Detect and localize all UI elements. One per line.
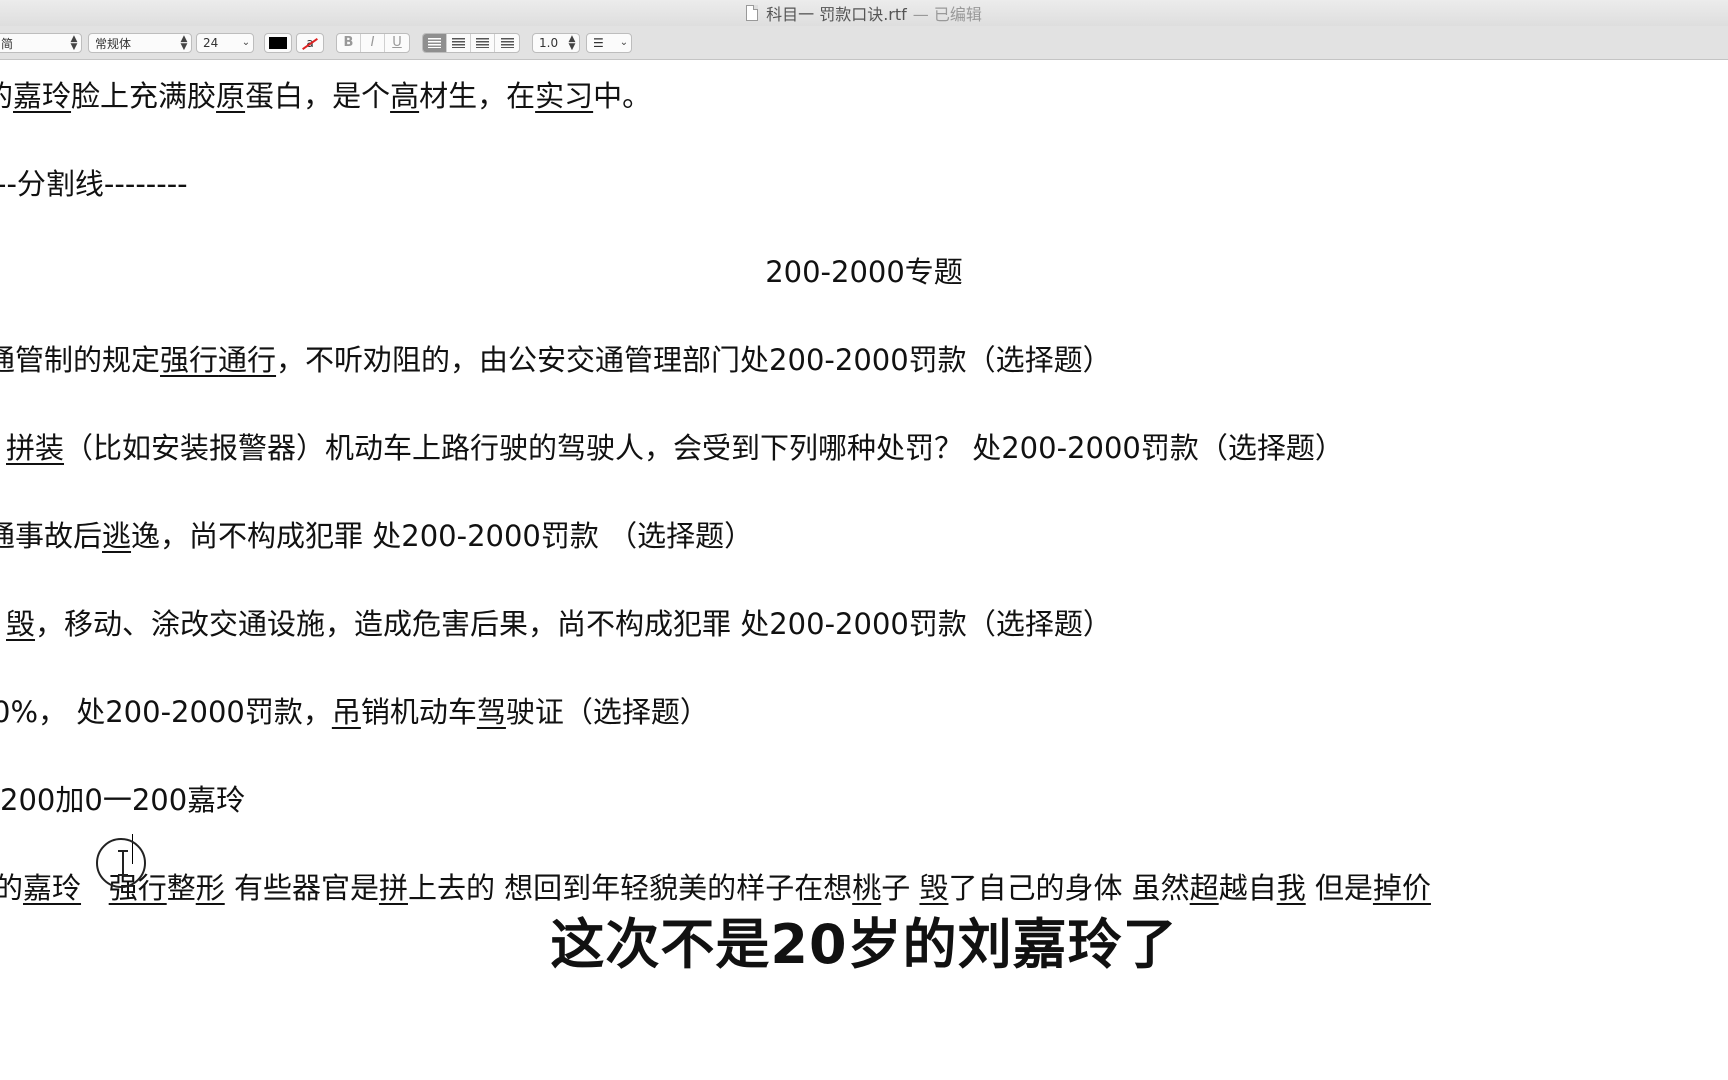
- text-line-1: 的嘉玲脸上充满胶原蛋白，是个高材生，在实习中。: [0, 73, 651, 115]
- text-run: 材生，在: [419, 79, 536, 113]
- text-run: 通管制的规定: [0, 343, 161, 377]
- align-left-button[interactable]: [423, 34, 447, 52]
- align-justify-button[interactable]: [495, 34, 519, 52]
- text-style-segment: B I U: [336, 33, 410, 53]
- list-style-button[interactable]: ☰ ⌄: [586, 33, 632, 53]
- highlight-glyph: a: [306, 36, 314, 50]
- underlined-run: 原: [216, 79, 246, 113]
- line-spacing-value: 1.0: [539, 36, 559, 50]
- font-size-value: 24: [203, 36, 219, 50]
- video-subtitle: 这次不是20岁的刘嘉玲了: [550, 913, 1178, 976]
- underlined-run: 拼装: [6, 431, 65, 465]
- text-run: 0%， 处200-2000罚款，: [0, 695, 332, 729]
- align-left-icon: [428, 38, 441, 48]
- window-title: 科目一 罚款口诀.rtf: [766, 5, 907, 24]
- color-swatch: [269, 37, 287, 49]
- underline-button[interactable]: U: [385, 34, 409, 52]
- ibeam-cursor-icon: [118, 850, 128, 876]
- section-heading: 200-2000专题: [765, 255, 963, 289]
- line-spacing-select[interactable]: 1.0 ▲ ▼: [532, 33, 580, 53]
- chevron-down-icon: ⌄: [619, 37, 629, 48]
- text-color-button[interactable]: [264, 33, 292, 53]
- text-run: 的: [0, 79, 13, 113]
- highlight-color-button[interactable]: a: [296, 33, 324, 53]
- underlined-run: 嘉玲: [13, 79, 72, 113]
- edited-status: — 已编辑: [912, 5, 982, 24]
- font-style-value: 常规体: [95, 36, 132, 51]
- underlined-run: 逃: [102, 519, 132, 553]
- text-run: （比如安装报警器）机动车上路行驶的驾驶人，会受到下列哪种处罚？ 处200-200…: [64, 431, 1344, 465]
- italic-button[interactable]: I: [361, 34, 385, 52]
- align-right-icon: [476, 38, 489, 48]
- align-center-button[interactable]: [447, 34, 471, 52]
- list-bullets-icon: ☰: [593, 36, 604, 50]
- underlined-run: 通行: [218, 343, 277, 377]
- text-line-4: 拼装（比如安装报警器）机动车上路行驶的驾驶人，会受到下列哪种处罚？ 处200-2…: [6, 425, 1344, 467]
- font-style-select[interactable]: 常规体 ▲ ▼: [88, 33, 192, 53]
- text-line-7: 0%， 处200-2000罚款，吊销机动车驾驶证（选择题）: [0, 689, 709, 731]
- underlined-run: 高: [390, 79, 420, 113]
- underlined-run: 实习: [535, 79, 594, 113]
- divider-text: --分割线--------: [0, 167, 188, 201]
- text-run: 中。: [593, 79, 652, 113]
- click-indicator-ring: [96, 838, 146, 888]
- text-run: 通事故后: [0, 519, 103, 553]
- text-run: 销机动车: [360, 695, 477, 729]
- underlined-run: 吊: [331, 695, 361, 729]
- text-line-6: 毁，移动、涂改交通设施，造成危害后果，尚不构成犯罪 处200-2000罚款（选择…: [6, 601, 1112, 643]
- stepper-arrows-icon: ▲ ▼: [70, 34, 78, 52]
- underlined-run: 强行: [160, 343, 219, 377]
- paragraph-style-value: 简: [1, 36, 14, 51]
- text-line-8: 200加0一200嘉玲: [0, 777, 245, 819]
- format-toolbar: 简 ▲ ▼ 常规体 ▲ ▼ 24 ⌄ a B I U 1.0 ▲ ▼ ☰ ⌄: [0, 26, 1728, 60]
- text-run: 蛋白，是个: [245, 79, 391, 113]
- text-run: ，不听劝阻的，由公安交通管理部门处200-2000罚款（选择题）: [276, 343, 1112, 377]
- stepper-arrows-icon: ▲ ▼: [568, 34, 576, 52]
- underlined-run: 毁: [6, 607, 36, 641]
- text-run: 一: [102, 783, 132, 817]
- window-titlebar: 科目一 罚款口诀.rtf — 已编辑: [0, 0, 1728, 26]
- text-line-3: 通管制的规定强行通行，不听劝阻的，由公安交通管理部门处200-2000罚款（选择…: [0, 337, 1112, 379]
- align-center-icon: [452, 38, 465, 48]
- text-run: 驶证（选择题）: [505, 695, 709, 729]
- align-right-button[interactable]: [471, 34, 495, 52]
- text-run: ，移动、涂改交通设施，造成危害后果，尚不构成犯罪 处200-2000罚款（选择题…: [35, 607, 1112, 641]
- paragraph-style-select[interactable]: 简 ▲ ▼: [0, 33, 82, 53]
- font-size-combobox[interactable]: 24 ⌄: [196, 33, 254, 53]
- text-run: 200嘉玲: [131, 783, 246, 817]
- stepper-arrows-icon: ▲ ▼: [180, 34, 188, 52]
- text-run: 脸上充满胶: [71, 79, 217, 113]
- underlined-run: 驾: [476, 695, 506, 729]
- document-icon: [746, 5, 759, 21]
- alignment-segment: [422, 33, 520, 53]
- text-run: 200加0: [0, 783, 103, 817]
- text-run: 逸，尚不构成犯罪 处200-2000罚款 （选择题）: [131, 519, 754, 553]
- bold-button[interactable]: B: [337, 34, 361, 52]
- chevron-down-icon: ⌄: [241, 37, 251, 48]
- text-line-5: 通事故后逃逸，尚不构成犯罪 处200-2000罚款 （选择题）: [0, 513, 753, 555]
- align-justify-icon: [500, 38, 514, 48]
